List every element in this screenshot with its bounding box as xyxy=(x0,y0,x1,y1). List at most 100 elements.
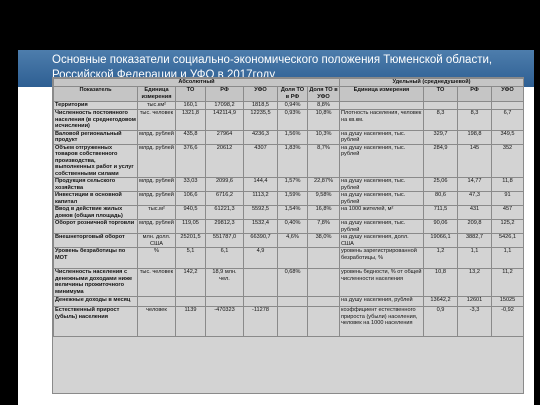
table-row: Численность постоянного населения (в сре… xyxy=(53,109,523,131)
row-value-cell: 435,8 xyxy=(175,129,206,145)
row-value-cell: 940,5 xyxy=(175,205,206,220)
row-value-cell: 1,54% xyxy=(277,205,308,220)
column-header: Показатель xyxy=(53,86,138,102)
row-value-cell: 329,7 xyxy=(423,129,458,145)
row-value-cell: 457 xyxy=(491,205,523,220)
row-value-cell: 2099,6 xyxy=(205,177,244,192)
group-header-absolute: Абсолютный xyxy=(53,78,340,87)
row-unit-cell: млрд. рублей xyxy=(137,129,176,145)
table-row: Инвестиции в основной капитал млрд. рубле… xyxy=(53,191,523,206)
row-value-cell: 144,4 xyxy=(243,177,278,192)
row-indicator-name: Ввод в действие жилых домов (общая площа… xyxy=(53,205,138,220)
row-unit-cell: млрд. рублей xyxy=(137,177,176,192)
row-value-cell: 5592,5 xyxy=(243,205,278,220)
row-value-cell: 4307 xyxy=(243,143,278,178)
left-black-bar xyxy=(0,50,18,405)
row-value-cell: 25,06 xyxy=(423,177,458,192)
row-unit-cell: тыс. человек xyxy=(137,268,176,297)
row-value-cell: 349,5 xyxy=(491,129,523,145)
row-value-cell: 12235,5 xyxy=(243,109,278,131)
row-value-cell xyxy=(277,296,308,307)
row-value-cell: 0,93% xyxy=(277,109,308,131)
column-header: ТО xyxy=(175,86,206,102)
row-unit-cell: уровень бедности, % от общей численности… xyxy=(339,268,424,297)
row-value-cell: 1,1 xyxy=(491,247,523,269)
row-indicator-name: Объем отгруженных товаров собственного п… xyxy=(53,143,138,178)
table-row: Валовой региональный продукт млрд. рублей… xyxy=(53,129,523,145)
row-value-cell: 80,6 xyxy=(423,191,458,206)
row-value-cell xyxy=(205,296,244,307)
row-value-cell: -3,3 xyxy=(457,306,492,337)
row-unit-cell: на душу населения, рублей xyxy=(339,296,424,307)
column-header: Доля ТО в УФО xyxy=(307,86,340,102)
row-value-cell: 125,2 xyxy=(491,219,523,234)
row-value-cell: 431 xyxy=(457,205,492,220)
table-row: Продукция сельского хозяйства млрд. рубле… xyxy=(53,177,523,192)
row-unit-cell: на душу населения, тыс. рублей xyxy=(339,177,424,192)
row-value-cell: 19066,1 xyxy=(423,233,458,248)
row-value-cell: 0,40% xyxy=(277,219,308,234)
row-value-cell: 711,5 xyxy=(423,205,458,220)
right-black-bar xyxy=(534,50,540,405)
column-header: РФ xyxy=(457,86,492,102)
row-value-cell: 22,87% xyxy=(307,177,340,192)
row-value-cell xyxy=(307,296,340,307)
row-value-cell: 10,8 xyxy=(423,268,458,297)
row-value-cell: 1113,2 xyxy=(243,191,278,206)
row-unit-cell: коэффициент естественного прироста (убыл… xyxy=(339,306,424,337)
row-value-cell: 1,2 xyxy=(423,247,458,269)
table-row: Естественный прирост (убыль) населения че… xyxy=(53,306,523,337)
row-unit-cell: млн. долл. США xyxy=(137,233,176,248)
row-value-cell: 352 xyxy=(491,143,523,178)
row-indicator-name: Численность населения с денежными дохода… xyxy=(53,268,138,297)
row-value-cell: 38,0% xyxy=(307,233,340,248)
row-value-cell: 12601 xyxy=(457,296,492,307)
row-unit-cell: на душу населения, тыс. рублей xyxy=(339,129,424,145)
column-header: Единица измерения xyxy=(339,86,424,102)
row-value-cell xyxy=(307,247,340,269)
column-header: РФ xyxy=(205,86,244,102)
row-value-cell: 4236,3 xyxy=(243,129,278,145)
row-value-cell: 1818,5 xyxy=(243,101,278,110)
row-indicator-name: Денежные доходы в месяц xyxy=(53,296,138,307)
column-header: ТО xyxy=(423,86,458,102)
row-value-cell: 5426,1 xyxy=(491,233,523,248)
row-value-cell: 1321,8 xyxy=(175,109,206,131)
row-indicator-name: Уровень безработицы по МОТ xyxy=(53,247,138,269)
column-header: Доля ТО в РФ xyxy=(277,86,308,102)
row-value-cell: 209,8 xyxy=(457,219,492,234)
row-value-cell: 8,3 xyxy=(457,109,492,131)
row-unit-cell: человек xyxy=(137,306,176,337)
column-header: УФО xyxy=(491,86,523,102)
row-value-cell: -11278 xyxy=(243,306,278,337)
column-header: УФО xyxy=(243,86,278,102)
row-value-cell: 8,7% xyxy=(307,143,340,178)
table-row: Оборот розничной торговли млрд. рублей 119… xyxy=(53,219,523,234)
row-value-cell: 1,56% xyxy=(277,129,308,145)
row-value-cell: 5,1 xyxy=(175,247,206,269)
row-value-cell: 33,03 xyxy=(175,177,206,192)
row-indicator-name: Естественный прирост (убыль) населения xyxy=(53,306,138,337)
row-value-cell: 1,57% xyxy=(277,177,308,192)
table-row: Ввод в действие жилых домов (общая площа… xyxy=(53,205,523,220)
row-value-cell: 106,6 xyxy=(175,191,206,206)
row-value-cell xyxy=(243,268,278,297)
row-value-cell: 198,8 xyxy=(457,129,492,145)
row-value-cell xyxy=(491,101,523,110)
row-value-cell: 4,9 xyxy=(243,247,278,269)
row-value-cell: 10,3% xyxy=(307,129,340,145)
row-value-cell: 16,8% xyxy=(307,205,340,220)
row-value-cell: 284,9 xyxy=(423,143,458,178)
row-value-cell: 142,2 xyxy=(175,268,206,297)
row-value-cell: 91 xyxy=(491,191,523,206)
row-value-cell: 90,06 xyxy=(423,219,458,234)
column-header-row: Показатель Единица измерения ТО РФ УФО Д… xyxy=(53,86,523,102)
row-value-cell xyxy=(457,101,492,110)
row-value-cell: -470323 xyxy=(205,306,244,337)
column-header: Единица измерения xyxy=(137,86,176,102)
row-value-cell: 20612 xyxy=(205,143,244,178)
row-value-cell: 8,3 xyxy=(423,109,458,131)
row-value-cell: 1,1 xyxy=(457,247,492,269)
table-row: Внешнеторговый оборот млн. долл. США 25201… xyxy=(53,233,523,248)
row-value-cell: 4,6% xyxy=(277,233,308,248)
